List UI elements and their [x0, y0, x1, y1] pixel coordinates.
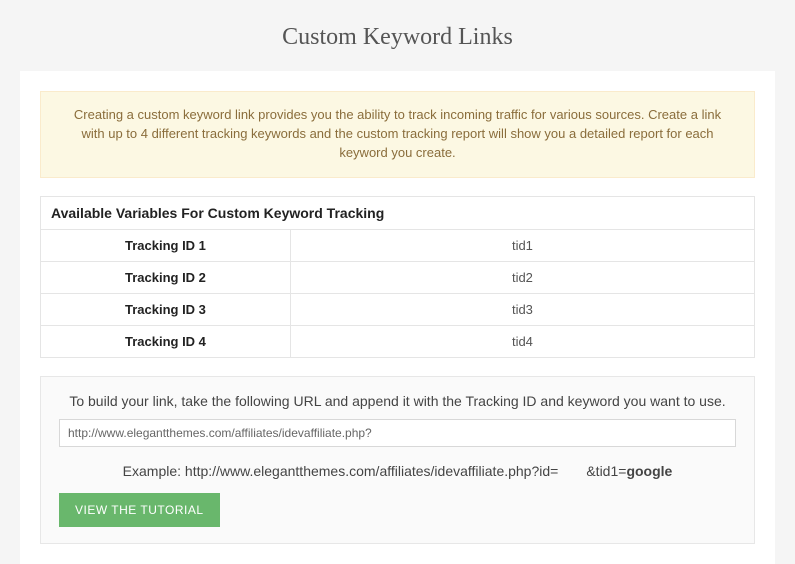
builder-instruction: To build your link, take the following U…	[59, 393, 736, 409]
tracking-id-label: Tracking ID 4	[41, 325, 291, 357]
tracking-id-label: Tracking ID 3	[41, 293, 291, 325]
table-row: Tracking ID 2 tid2	[41, 261, 755, 293]
tracking-id-value: tid2	[290, 261, 754, 293]
link-builder: To build your link, take the following U…	[40, 376, 755, 544]
tracking-id-label: Tracking ID 2	[41, 261, 291, 293]
example-param-value: google	[626, 463, 672, 479]
example-gap	[558, 463, 586, 479]
variables-table-header: Available Variables For Custom Keyword T…	[41, 196, 755, 229]
view-tutorial-button[interactable]: VIEW THE TUTORIAL	[59, 493, 220, 527]
variables-table: Available Variables For Custom Keyword T…	[40, 196, 755, 358]
table-row: Tracking ID 3 tid3	[41, 293, 755, 325]
tracking-id-value: tid3	[290, 293, 754, 325]
example-param-key: &tid1=	[586, 463, 626, 479]
tracking-id-value: tid1	[290, 229, 754, 261]
builder-example: Example: http://www.elegantthemes.com/af…	[59, 463, 736, 479]
table-row: Tracking ID 4 tid4	[41, 325, 755, 357]
main-panel: Creating a custom keyword link provides …	[20, 71, 775, 564]
tracking-id-value: tid4	[290, 325, 754, 357]
info-alert: Creating a custom keyword link provides …	[40, 91, 755, 178]
table-row: Tracking ID 1 tid1	[41, 229, 755, 261]
base-url-input[interactable]	[59, 419, 736, 447]
example-prefix: Example: http://www.elegantthemes.com/af…	[123, 463, 559, 479]
tracking-id-label: Tracking ID 1	[41, 229, 291, 261]
page-title: Custom Keyword Links	[0, 0, 795, 71]
